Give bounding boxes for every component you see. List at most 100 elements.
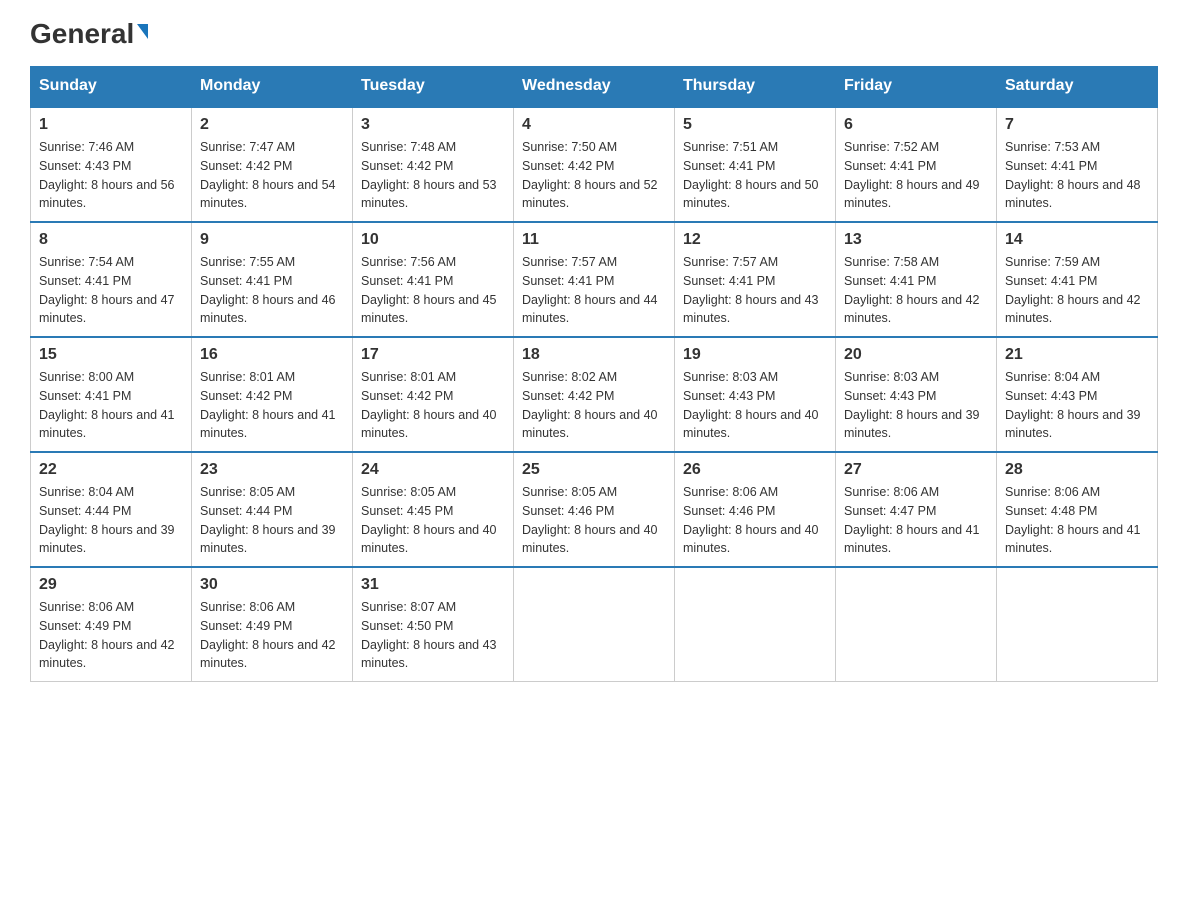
sunset-label: Sunset: 4:50 PM (361, 619, 453, 633)
calendar-cell: 24 Sunrise: 8:05 AM Sunset: 4:45 PM Dayl… (353, 452, 514, 567)
calendar-cell: 20 Sunrise: 8:03 AM Sunset: 4:43 PM Dayl… (836, 337, 997, 452)
daylight-label: Daylight: 8 hours and 53 minutes. (361, 178, 497, 211)
sunrise-label: Sunrise: 8:07 AM (361, 600, 456, 614)
column-header-saturday: Saturday (997, 67, 1158, 107)
day-number: 26 (683, 461, 827, 479)
daylight-label: Daylight: 8 hours and 39 minutes. (1005, 408, 1141, 441)
daylight-label: Daylight: 8 hours and 43 minutes. (683, 293, 819, 326)
daylight-label: Daylight: 8 hours and 40 minutes. (361, 523, 497, 556)
daylight-label: Daylight: 8 hours and 47 minutes. (39, 293, 175, 326)
daylight-label: Daylight: 8 hours and 39 minutes. (200, 523, 336, 556)
daylight-label: Daylight: 8 hours and 42 minutes. (1005, 293, 1141, 326)
calendar-cell (675, 567, 836, 682)
day-number: 4 (522, 116, 666, 134)
day-number: 13 (844, 231, 988, 249)
sunset-label: Sunset: 4:42 PM (361, 389, 453, 403)
day-info: Sunrise: 7:59 AM Sunset: 4:41 PM Dayligh… (1005, 253, 1149, 328)
calendar-cell: 11 Sunrise: 7:57 AM Sunset: 4:41 PM Dayl… (514, 222, 675, 337)
daylight-label: Daylight: 8 hours and 42 minutes. (200, 638, 336, 671)
calendar-week-row: 29 Sunrise: 8:06 AM Sunset: 4:49 PM Dayl… (31, 567, 1158, 682)
sunset-label: Sunset: 4:44 PM (39, 504, 131, 518)
calendar-cell: 15 Sunrise: 8:00 AM Sunset: 4:41 PM Dayl… (31, 337, 192, 452)
calendar-week-row: 15 Sunrise: 8:00 AM Sunset: 4:41 PM Dayl… (31, 337, 1158, 452)
calendar-cell (997, 567, 1158, 682)
sunrise-label: Sunrise: 8:01 AM (200, 370, 295, 384)
page-header: General (30, 20, 1158, 46)
calendar-cell: 22 Sunrise: 8:04 AM Sunset: 4:44 PM Dayl… (31, 452, 192, 567)
day-info: Sunrise: 8:00 AM Sunset: 4:41 PM Dayligh… (39, 368, 183, 443)
calendar-cell: 19 Sunrise: 8:03 AM Sunset: 4:43 PM Dayl… (675, 337, 836, 452)
daylight-label: Daylight: 8 hours and 49 minutes. (844, 178, 980, 211)
day-info: Sunrise: 8:05 AM Sunset: 4:44 PM Dayligh… (200, 483, 344, 558)
sunrise-label: Sunrise: 8:01 AM (361, 370, 456, 384)
day-number: 30 (200, 576, 344, 594)
calendar-cell: 13 Sunrise: 7:58 AM Sunset: 4:41 PM Dayl… (836, 222, 997, 337)
sunset-label: Sunset: 4:43 PM (1005, 389, 1097, 403)
sunset-label: Sunset: 4:43 PM (844, 389, 936, 403)
daylight-label: Daylight: 8 hours and 39 minutes. (844, 408, 980, 441)
sunset-label: Sunset: 4:41 PM (361, 274, 453, 288)
daylight-label: Daylight: 8 hours and 50 minutes. (683, 178, 819, 211)
calendar-cell: 29 Sunrise: 8:06 AM Sunset: 4:49 PM Dayl… (31, 567, 192, 682)
day-number: 29 (39, 576, 183, 594)
day-number: 12 (683, 231, 827, 249)
sunset-label: Sunset: 4:41 PM (683, 274, 775, 288)
day-info: Sunrise: 7:48 AM Sunset: 4:42 PM Dayligh… (361, 138, 505, 213)
sunrise-label: Sunrise: 7:50 AM (522, 140, 617, 154)
calendar-cell: 2 Sunrise: 7:47 AM Sunset: 4:42 PM Dayli… (192, 107, 353, 223)
day-info: Sunrise: 8:06 AM Sunset: 4:46 PM Dayligh… (683, 483, 827, 558)
day-number: 19 (683, 346, 827, 364)
day-number: 5 (683, 116, 827, 134)
daylight-label: Daylight: 8 hours and 41 minutes. (1005, 523, 1141, 556)
calendar-cell: 25 Sunrise: 8:05 AM Sunset: 4:46 PM Dayl… (514, 452, 675, 567)
calendar-cell: 10 Sunrise: 7:56 AM Sunset: 4:41 PM Dayl… (353, 222, 514, 337)
calendar-week-row: 1 Sunrise: 7:46 AM Sunset: 4:43 PM Dayli… (31, 107, 1158, 223)
calendar-cell (836, 567, 997, 682)
sunset-label: Sunset: 4:46 PM (522, 504, 614, 518)
day-number: 28 (1005, 461, 1149, 479)
day-number: 15 (39, 346, 183, 364)
day-info: Sunrise: 8:05 AM Sunset: 4:45 PM Dayligh… (361, 483, 505, 558)
day-info: Sunrise: 8:01 AM Sunset: 4:42 PM Dayligh… (200, 368, 344, 443)
calendar-cell: 21 Sunrise: 8:04 AM Sunset: 4:43 PM Dayl… (997, 337, 1158, 452)
calendar-cell: 27 Sunrise: 8:06 AM Sunset: 4:47 PM Dayl… (836, 452, 997, 567)
calendar-week-row: 22 Sunrise: 8:04 AM Sunset: 4:44 PM Dayl… (31, 452, 1158, 567)
day-number: 17 (361, 346, 505, 364)
logo-general: General (30, 20, 148, 48)
sunrise-label: Sunrise: 8:04 AM (39, 485, 134, 499)
calendar-cell: 30 Sunrise: 8:06 AM Sunset: 4:49 PM Dayl… (192, 567, 353, 682)
calendar-cell: 14 Sunrise: 7:59 AM Sunset: 4:41 PM Dayl… (997, 222, 1158, 337)
day-info: Sunrise: 7:54 AM Sunset: 4:41 PM Dayligh… (39, 253, 183, 328)
logo: General (30, 20, 148, 46)
sunrise-label: Sunrise: 8:03 AM (844, 370, 939, 384)
daylight-label: Daylight: 8 hours and 48 minutes. (1005, 178, 1141, 211)
day-info: Sunrise: 8:03 AM Sunset: 4:43 PM Dayligh… (844, 368, 988, 443)
day-number: 8 (39, 231, 183, 249)
sunset-label: Sunset: 4:41 PM (39, 389, 131, 403)
daylight-label: Daylight: 8 hours and 39 minutes. (39, 523, 175, 556)
day-info: Sunrise: 8:06 AM Sunset: 4:49 PM Dayligh… (200, 598, 344, 673)
calendar-cell: 1 Sunrise: 7:46 AM Sunset: 4:43 PM Dayli… (31, 107, 192, 223)
day-info: Sunrise: 8:04 AM Sunset: 4:44 PM Dayligh… (39, 483, 183, 558)
day-info: Sunrise: 7:52 AM Sunset: 4:41 PM Dayligh… (844, 138, 988, 213)
sunset-label: Sunset: 4:45 PM (361, 504, 453, 518)
sunrise-label: Sunrise: 8:04 AM (1005, 370, 1100, 384)
daylight-label: Daylight: 8 hours and 52 minutes. (522, 178, 658, 211)
calendar-cell: 3 Sunrise: 7:48 AM Sunset: 4:42 PM Dayli… (353, 107, 514, 223)
day-number: 7 (1005, 116, 1149, 134)
daylight-label: Daylight: 8 hours and 40 minutes. (522, 408, 658, 441)
sunrise-label: Sunrise: 7:55 AM (200, 255, 295, 269)
sunset-label: Sunset: 4:41 PM (683, 159, 775, 173)
sunset-label: Sunset: 4:49 PM (200, 619, 292, 633)
sunrise-label: Sunrise: 8:06 AM (200, 600, 295, 614)
sunset-label: Sunset: 4:42 PM (200, 159, 292, 173)
day-info: Sunrise: 8:02 AM Sunset: 4:42 PM Dayligh… (522, 368, 666, 443)
column-header-thursday: Thursday (675, 67, 836, 107)
day-info: Sunrise: 7:50 AM Sunset: 4:42 PM Dayligh… (522, 138, 666, 213)
calendar-cell (514, 567, 675, 682)
daylight-label: Daylight: 8 hours and 42 minutes. (844, 293, 980, 326)
day-info: Sunrise: 8:06 AM Sunset: 4:48 PM Dayligh… (1005, 483, 1149, 558)
calendar-cell: 23 Sunrise: 8:05 AM Sunset: 4:44 PM Dayl… (192, 452, 353, 567)
calendar-cell: 4 Sunrise: 7:50 AM Sunset: 4:42 PM Dayli… (514, 107, 675, 223)
day-number: 23 (200, 461, 344, 479)
